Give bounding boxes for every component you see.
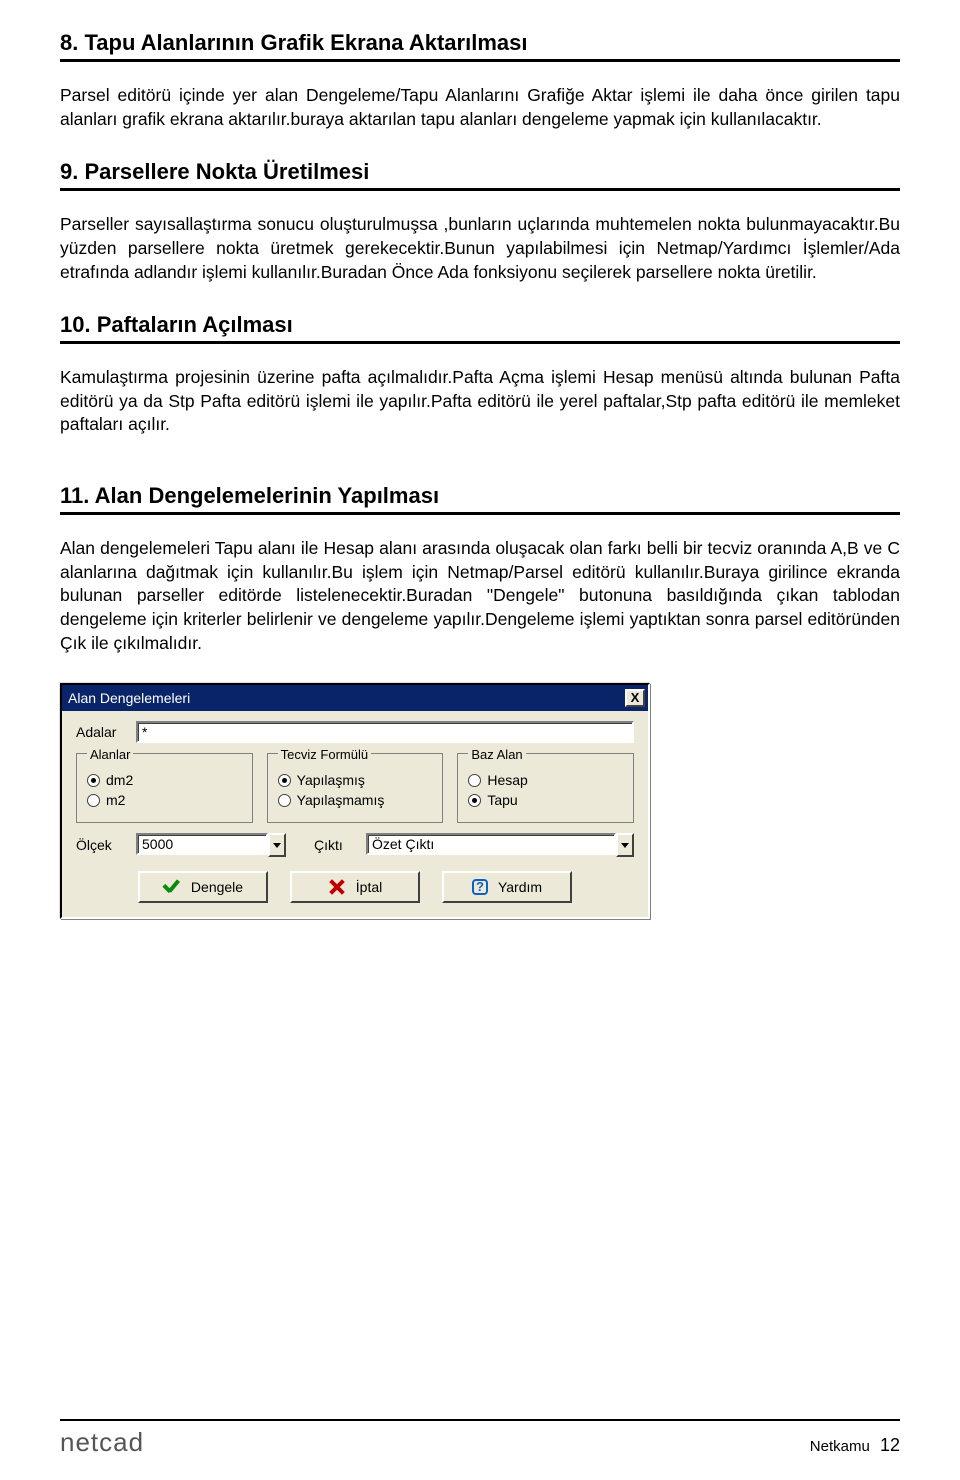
row-olcek-cikti: Ölçek 5000 Çıktı Özet Çıktı (76, 833, 634, 857)
button-label: Dengele (191, 879, 243, 895)
label-cikti: Çıktı (314, 837, 358, 853)
footer-rule (60, 1419, 900, 1421)
radio-icon (468, 774, 481, 787)
para-section-10: Kamulaştırma projesinin üzerine pafta aç… (60, 366, 900, 437)
row-adalar: Adalar * (76, 721, 634, 743)
para-section-9: Parseller sayısallaştırma sonucu oluştur… (60, 213, 900, 284)
radio-baz-tapu[interactable]: Tapu (468, 792, 623, 808)
combo-olcek-button[interactable] (268, 833, 286, 857)
yardim-button[interactable]: ? Yardım (442, 871, 572, 903)
heading-rule (60, 341, 900, 344)
radio-icon (278, 794, 291, 807)
dialog-titlebar[interactable]: Alan Dengelemeleri X (62, 685, 648, 711)
check-icon (163, 878, 181, 896)
radio-icon (87, 794, 100, 807)
heading-rule (60, 59, 900, 62)
footer-page-number: 12 (880, 1435, 900, 1455)
heading-section-10: 10. Paftaların Açılması (60, 312, 900, 338)
footer-logo: netcad (60, 1427, 144, 1458)
radio-label: Yapılaşmış (297, 772, 365, 788)
page-footer: netcad Netkamu 12 (60, 1419, 900, 1458)
dialog-alan-dengelemeleri: Alan Dengelemeleri X Adalar * Alanlar dm… (60, 683, 650, 919)
para-section-8: Parsel editörü içinde yer alan Dengeleme… (60, 84, 900, 131)
input-adalar-value: * (142, 724, 147, 740)
radio-tecviz-yapilasmis[interactable]: Yapılaşmış (278, 772, 433, 788)
button-label: İptal (356, 879, 382, 895)
chevron-down-icon (273, 843, 281, 848)
combo-cikti-button[interactable] (616, 833, 634, 857)
dialog-button-row: Dengele İptal ? Yardım (76, 871, 634, 903)
legend-baz-alan: Baz Alan (468, 747, 525, 762)
heading-section-11: 11. Alan Dengelemelerinin Yapılması (60, 483, 900, 509)
combo-cikti[interactable]: Özet Çıktı (366, 833, 634, 857)
legend-alanlar: Alanlar (87, 747, 133, 762)
heading-rule (60, 188, 900, 191)
radio-icon (87, 774, 100, 787)
dialog-body: Adalar * Alanlar dm2 m2 (62, 711, 648, 917)
radio-label: Hesap (487, 772, 527, 788)
radio-alanlar-m2[interactable]: m2 (87, 792, 242, 808)
fieldset-alanlar: Alanlar dm2 m2 (76, 753, 253, 823)
radio-label: Tapu (487, 792, 517, 808)
button-label: Yardım (498, 879, 542, 895)
radio-label: m2 (106, 792, 125, 808)
label-olcek: Ölçek (76, 837, 128, 853)
fieldset-tecviz: Tecviz Formülü Yapılaşmış Yapılaşmamış (267, 753, 444, 823)
legend-tecviz: Tecviz Formülü (278, 747, 371, 762)
fieldset-baz-alan: Baz Alan Hesap Tapu (457, 753, 634, 823)
fieldsets-row: Alanlar dm2 m2 Tecviz Formülü (76, 753, 634, 823)
chevron-down-icon (621, 843, 629, 848)
radio-baz-hesap[interactable]: Hesap (468, 772, 623, 788)
combo-olcek-value: 5000 (142, 836, 173, 852)
input-adalar[interactable]: * (136, 721, 634, 743)
dialog-title: Alan Dengelemeleri (68, 690, 190, 706)
radio-alanlar-dm2[interactable]: dm2 (87, 772, 242, 788)
radio-tecviz-yapilasmamis[interactable]: Yapılaşmamış (278, 792, 433, 808)
radio-icon (468, 794, 481, 807)
combo-cikti-value: Özet Çıktı (372, 836, 434, 852)
heading-section-9: 9. Parsellere Nokta Üretilmesi (60, 159, 900, 185)
heading-section-8: 8. Tapu Alanlarının Grafik Ekrana Aktarı… (60, 30, 900, 56)
footer-doc-name: Netkamu (810, 1438, 870, 1455)
footer-page-info: Netkamu 12 (810, 1435, 900, 1456)
radio-label: Yapılaşmamış (297, 792, 385, 808)
close-icon: X (631, 690, 640, 705)
cancel-icon (328, 878, 346, 896)
dengele-button[interactable]: Dengele (138, 871, 268, 903)
close-button[interactable]: X (625, 689, 645, 707)
combo-olcek[interactable]: 5000 (136, 833, 286, 857)
radio-icon (278, 774, 291, 787)
radio-label: dm2 (106, 772, 133, 788)
label-adalar: Adalar (76, 724, 136, 740)
help-icon: ? (472, 879, 488, 895)
para-section-11: Alan dengelemeleri Tapu alanı ile Hesap … (60, 537, 900, 655)
heading-rule (60, 512, 900, 515)
iptal-button[interactable]: İptal (290, 871, 420, 903)
